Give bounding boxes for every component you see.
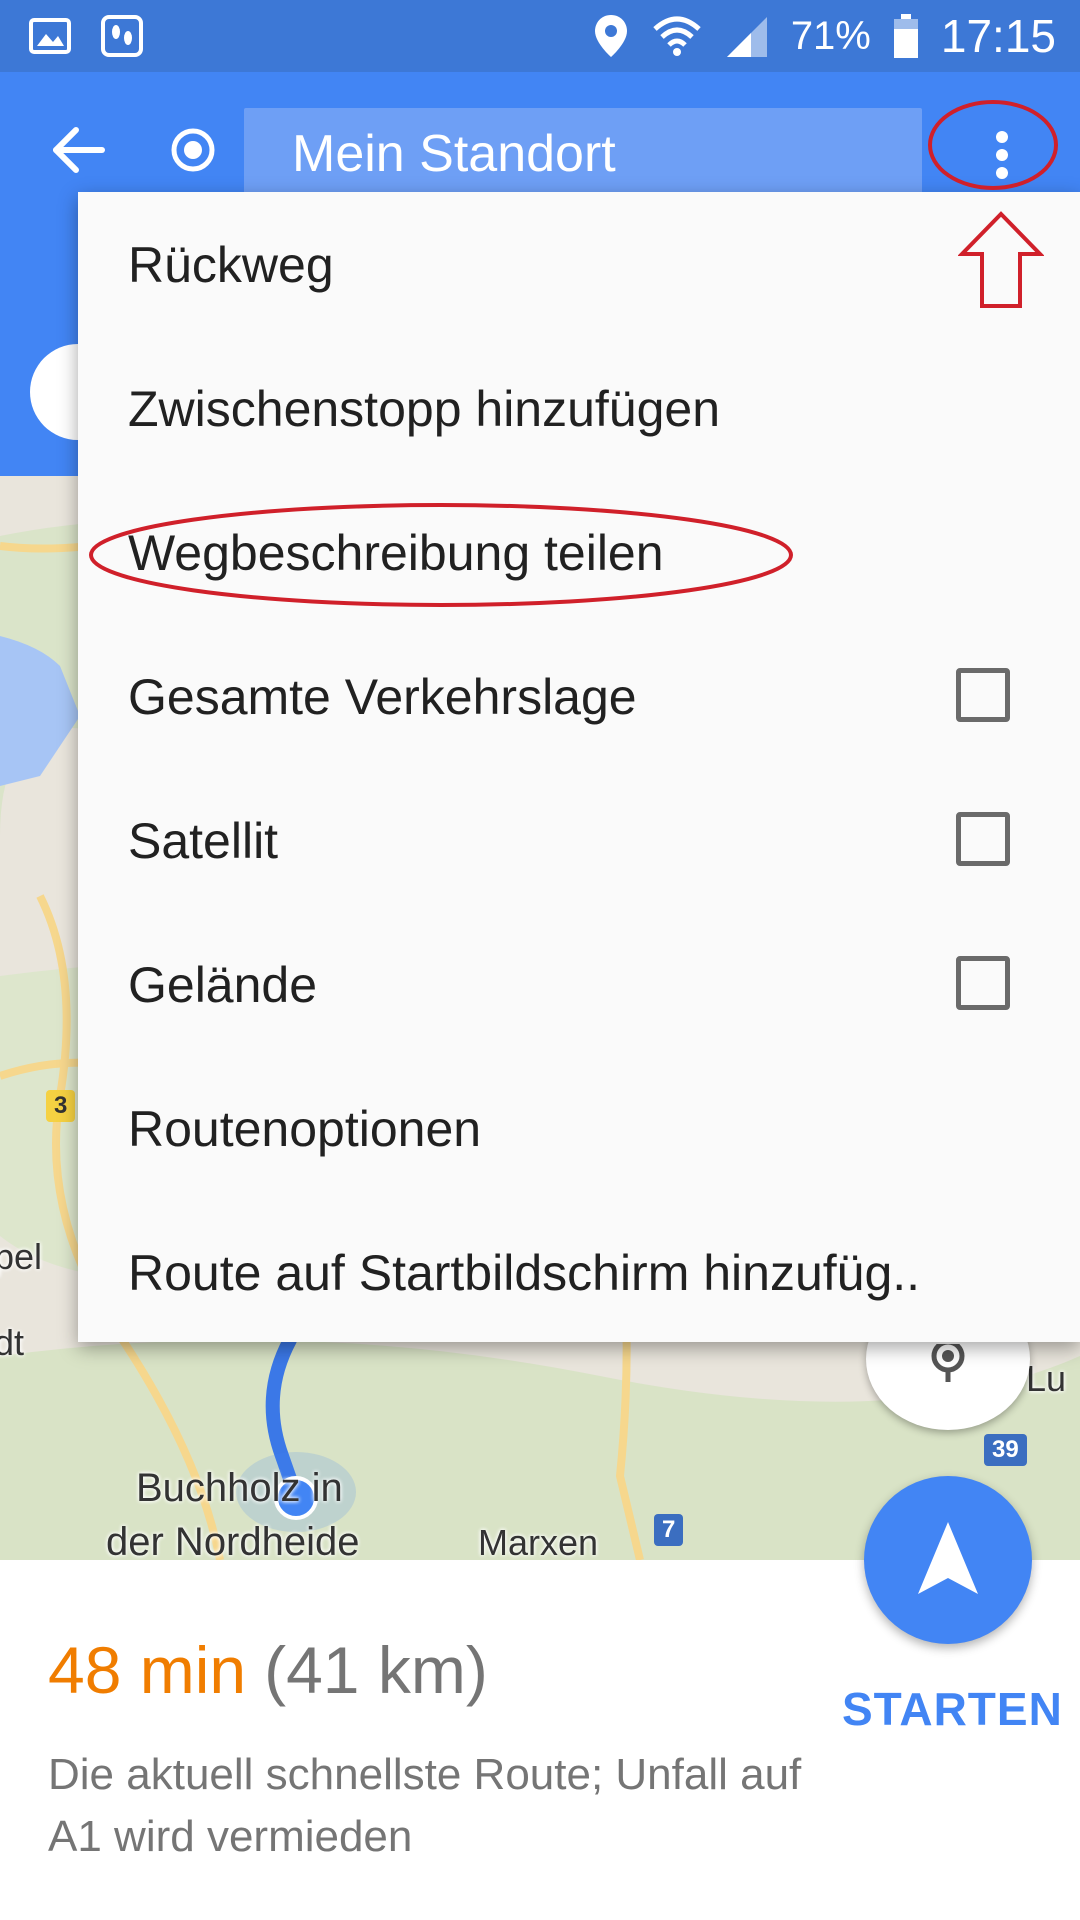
origin-input[interactable]: Mein Standort <box>244 108 922 200</box>
menu-item-traffic[interactable]: Gesamte Verkehrslage <box>78 624 1080 768</box>
route-distance: (41 km) <box>264 1633 488 1707</box>
road-shield-a39: 39 <box>984 1434 1027 1466</box>
route-duration: 48 min <box>48 1633 247 1707</box>
navigation-arrow-icon <box>918 1522 978 1594</box>
menu-item-route-options[interactable]: Routenoptionen <box>78 1056 1080 1200</box>
footsteps-icon <box>101 15 143 57</box>
status-bar-system: 71% 17:15 <box>593 8 1056 64</box>
annotation-circle-menu-icon <box>928 100 1058 190</box>
my-location-icon <box>931 1344 965 1382</box>
menu-item-label: Routenoptionen <box>128 1101 482 1157</box>
signal-icon <box>726 17 767 57</box>
menu-item-label: Rückweg <box>128 237 334 293</box>
menu-item-label: Satellit <box>128 813 279 869</box>
map-label-pel: pel <box>0 1236 43 1277</box>
route-description: Die aktuell schnellste Route; Unfall auf… <box>48 1750 802 1861</box>
menu-item-add-to-home[interactable]: Route auf Startbildschirm hinzufüg.. <box>78 1200 1080 1344</box>
overflow-menu: Rückweg Zwischenstopp hinzufügen Wegbesc… <box>78 192 1080 1342</box>
map-label-buchholz: Buchholz in <box>136 1466 343 1510</box>
road-shield-3: 3 <box>46 1090 76 1122</box>
battery-icon <box>893 14 918 58</box>
start-navigation-button[interactable] <box>864 1476 1032 1644</box>
start-navigation-label[interactable]: STARTEN <box>842 1682 1063 1736</box>
road-shield-a7: 7 <box>654 1514 684 1546</box>
map-label-lu: Lu <box>1026 1358 1067 1399</box>
annotation-up-arrow-icon <box>958 211 1044 308</box>
annotation-circle-share-item <box>89 503 793 607</box>
gallery-icon <box>29 18 71 54</box>
menu-item-label: Gesamte Verkehrslage <box>128 669 637 725</box>
menu-item-return-route[interactable]: Rückweg <box>78 192 1080 336</box>
screen: 71% 17:15 Mein Standort Buchholz in der … <box>0 0 1080 1920</box>
map-label-marxen: Marxen <box>478 1522 599 1560</box>
clock: 17:15 <box>940 10 1056 62</box>
status-bar: 71% 17:15 <box>0 0 1080 72</box>
wifi-icon <box>653 16 701 56</box>
menu-item-add-stop[interactable]: Zwischenstopp hinzufügen <box>78 336 1080 480</box>
battery-percent: 71% <box>790 13 871 58</box>
menu-item-label: Gelände <box>128 957 318 1013</box>
menu-item-satellite[interactable]: Satellit <box>78 768 1080 912</box>
status-bar-notifications <box>28 14 144 58</box>
terrain-checkbox[interactable] <box>956 956 1010 1010</box>
eta-line: 48 min (41 km) <box>48 1632 488 1708</box>
satellite-checkbox[interactable] <box>956 812 1010 866</box>
menu-item-label: Zwischenstopp hinzufügen <box>128 381 721 437</box>
traffic-checkbox[interactable] <box>956 668 1010 722</box>
menu-item-label: Route auf Startbildschirm hinzufüg.. <box>128 1245 921 1301</box>
origin-input-text: Mein Standort <box>292 125 616 183</box>
menu-item-terrain[interactable]: Gelände <box>78 912 1080 1056</box>
location-pin-icon <box>594 15 627 57</box>
back-arrow-icon[interactable] <box>50 126 106 174</box>
origin-dot-icon <box>171 128 215 172</box>
map-label-nordheide: der Nordheide <box>106 1520 360 1560</box>
map-label-dt: dt <box>0 1322 25 1363</box>
